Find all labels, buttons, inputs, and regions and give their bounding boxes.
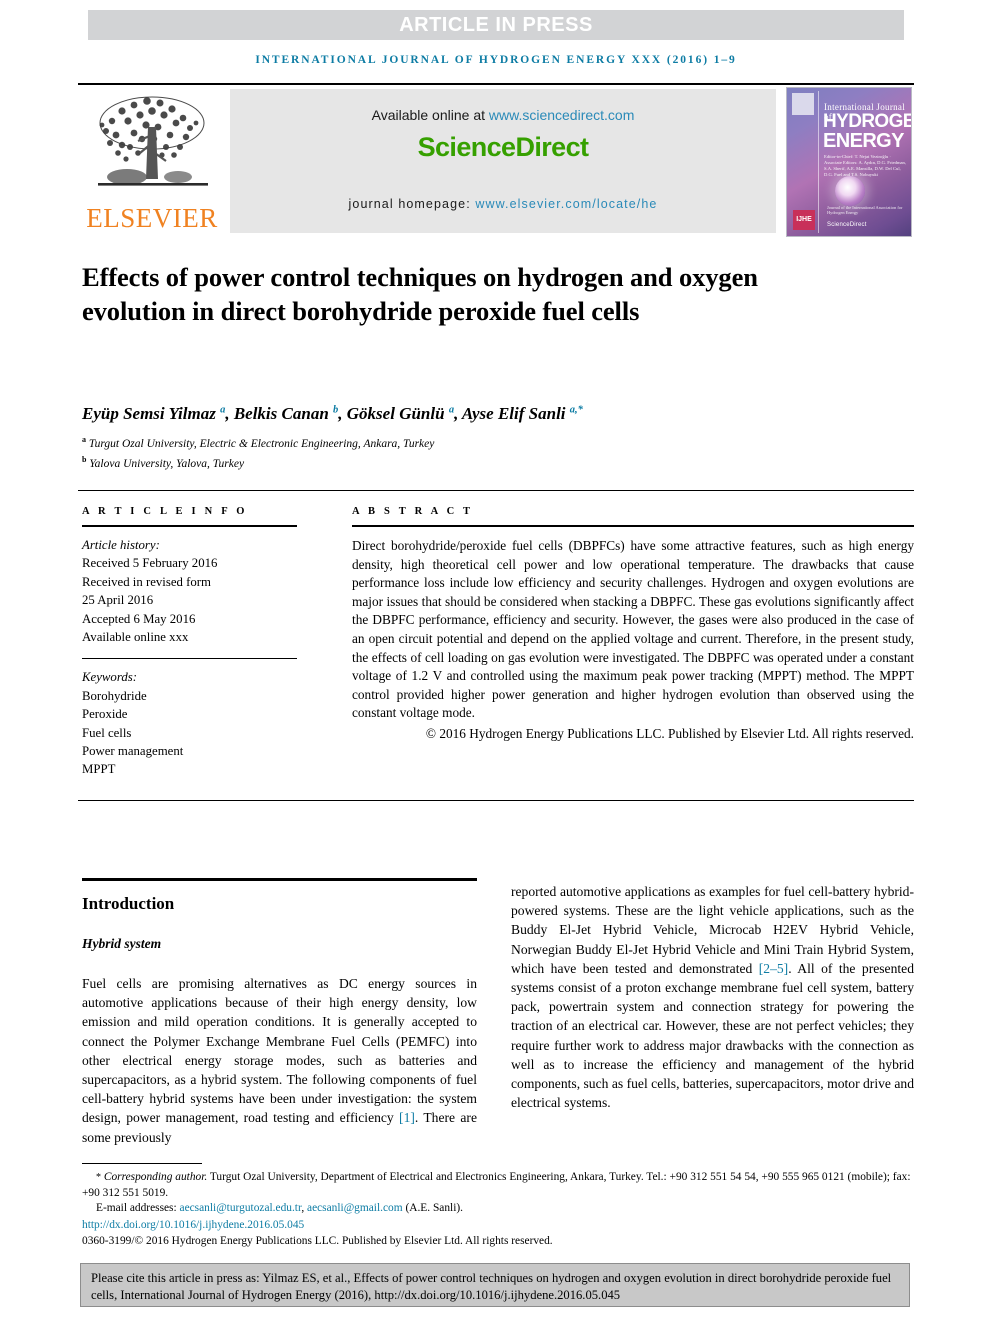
cover-title-line3: ENERGY (823, 130, 904, 152)
keywords-block: Keywords: Borohydride Peroxide Fuel cell… (82, 668, 297, 778)
affiliation-a-text: Turgut Ozal University, Electric & Elect… (88, 437, 435, 450)
cover-sciencedirect-brand: ScienceDirect (827, 222, 867, 228)
footnote-rule (82, 1163, 202, 1164)
body-right-column: reported automotive applications as exam… (511, 882, 914, 1112)
email-label: E-mail addresses: (96, 1202, 180, 1215)
journal-running-head: INTERNATIONAL JOURNAL OF HYDROGEN ENERGY… (255, 54, 737, 66)
body-left-column: Introduction Hybrid system Fuel cells ar… (82, 886, 477, 1147)
available-online-line: Available online at www.sciencedirect.co… (230, 107, 776, 123)
email-link-1[interactable]: aecsanli@turgutozal.edu.tr (180, 1202, 302, 1214)
journal-homepage-url[interactable]: www.elsevier.com/locate/he (475, 197, 657, 211)
history-item-3: Accepted 6 May 2016 (82, 611, 196, 626)
introduction-rule (82, 878, 477, 881)
info-section-bottom-rule (78, 800, 914, 801)
cover-divider (818, 91, 819, 233)
corresponding-star: * (96, 1172, 101, 1183)
keyword-4: MPPT (82, 762, 116, 777)
hybrid-system-heading: Hybrid system (82, 936, 162, 951)
elsevier-logo: ELSEVIER (82, 91, 222, 236)
email-note: E-mail addresses: aecsanli@turgutozal.ed… (82, 1201, 914, 1217)
cover-editors: Editor-in-Chief: T. Nejat Veziroğlu · As… (824, 154, 907, 177)
sciencedirect-panel: Available online at www.sciencedirect.co… (230, 89, 776, 233)
abstract-column: A B S T R A C T Direct borohydride/perox… (352, 506, 914, 742)
cover-elsevier-mark (792, 93, 814, 115)
email-link-2[interactable]: aecsanli@gmail.com (307, 1202, 403, 1214)
cover-badge: IJHE (793, 210, 815, 230)
elsevier-wordmark: ELSEVIER (86, 203, 218, 233)
abstract-copyright: © 2016 Hydrogen Energy Publications LLC.… (425, 725, 914, 741)
article-info-heading: A R T I C L E I N F O (82, 506, 248, 517)
email-suffix: (A.E. Sanli). (402, 1202, 464, 1215)
introduction-heading: Introduction (82, 894, 175, 913)
history-item-2: 25 April 2016 (82, 593, 154, 608)
citation-ref-2-5[interactable]: [2–5] (759, 961, 788, 976)
history-item-1: Received in revised form (82, 574, 211, 589)
keywords-label: Keywords: (82, 670, 137, 685)
abstract-text: Direct borohydride/peroxide fuel cells (… (352, 538, 914, 721)
available-online-prefix: Available online at (371, 107, 489, 123)
abstract-heading: A B S T R A C T (352, 506, 474, 517)
article-info-column: A R T I C L E I N F O Article history: R… (82, 506, 297, 779)
keywords-rule (82, 658, 297, 660)
keyword-3: Power management (82, 744, 184, 759)
corresponding-author-note: * Corresponding author. Turgut Ozal Univ… (82, 1170, 914, 1201)
sciencedirect-url[interactable]: www.sciencedirect.com (489, 107, 635, 123)
article-info-rule (82, 525, 297, 527)
corresponding-text: Turgut Ozal University, Department of El… (82, 1171, 911, 1199)
keyword-0: Borohydride (82, 688, 147, 703)
author-list: Eyüp Semsi Yilmaz a, Belkis Canan b, Gök… (82, 404, 583, 423)
page-title: Effects of power control techniques on h… (82, 262, 758, 326)
affiliations: a Turgut Ozal University, Electric & Ele… (82, 432, 842, 472)
corresponding-label: Corresponding author. (103, 1171, 208, 1183)
abstract-rule (352, 525, 914, 527)
sciencedirect-wordmark: ScienceDirect (417, 132, 589, 162)
keyword-1: Peroxide (82, 707, 128, 722)
info-section-top-rule (78, 490, 914, 491)
intro-paragraph-right: reported automotive applications as exam… (511, 882, 914, 1112)
citation-ref-1[interactable]: [1] (399, 1110, 415, 1125)
intro-paragraph-left: Fuel cells are promising alternatives as… (82, 974, 477, 1147)
intro-left-pre: Fuel cells are promising alternatives as… (82, 976, 477, 1126)
footnote-block: * Corresponding author. Turgut Ozal Univ… (82, 1170, 914, 1250)
elsevier-tree-icon (98, 96, 208, 186)
article-history-label: Article history: (82, 538, 160, 552)
cover-footer-top: Journal of the International Association… (827, 205, 903, 215)
cite-this-article-box: Please cite this article in press as: Yi… (80, 1263, 910, 1307)
journal-homepage-line: journal homepage: www.elsevier.com/locat… (230, 197, 776, 211)
article-in-press-label: ARTICLE IN PRESS (399, 13, 593, 36)
affiliation-a: a Turgut Ozal University, Electric & Ele… (82, 435, 435, 450)
affiliation-b-text: Yalova University, Yalova, Turkey (89, 457, 245, 470)
journal-cover-image: International Journal of HYDROGEN ENERGY… (786, 87, 912, 237)
history-item-0: Received 5 February 2016 (82, 556, 218, 571)
journal-homepage-prefix: journal homepage: (348, 197, 476, 211)
issn-copyright-line: 0360-3199/© 2016 Hydrogen Energy Publica… (82, 1235, 553, 1248)
affiliation-b: b Yalova University, Yalova, Turkey (82, 454, 245, 470)
cover-title-line2: HYDROGEN (823, 111, 911, 132)
keyword-2: Fuel cells (82, 725, 132, 740)
cover-orb-graphic (835, 176, 865, 206)
intro-right-post: . All of the presented systems consist o… (511, 960, 914, 1111)
history-item-4: Available online xxx (82, 630, 189, 645)
article-in-press-banner: ARTICLE IN PRESS (88, 10, 904, 40)
article-history-block: Article history: Received 5 February 201… (82, 536, 297, 646)
masthead: ELSEVIER Available online at www.science… (78, 83, 914, 237)
doi-link[interactable]: http://dx.doi.org/10.1016/j.ijhydene.201… (82, 1218, 914, 1234)
